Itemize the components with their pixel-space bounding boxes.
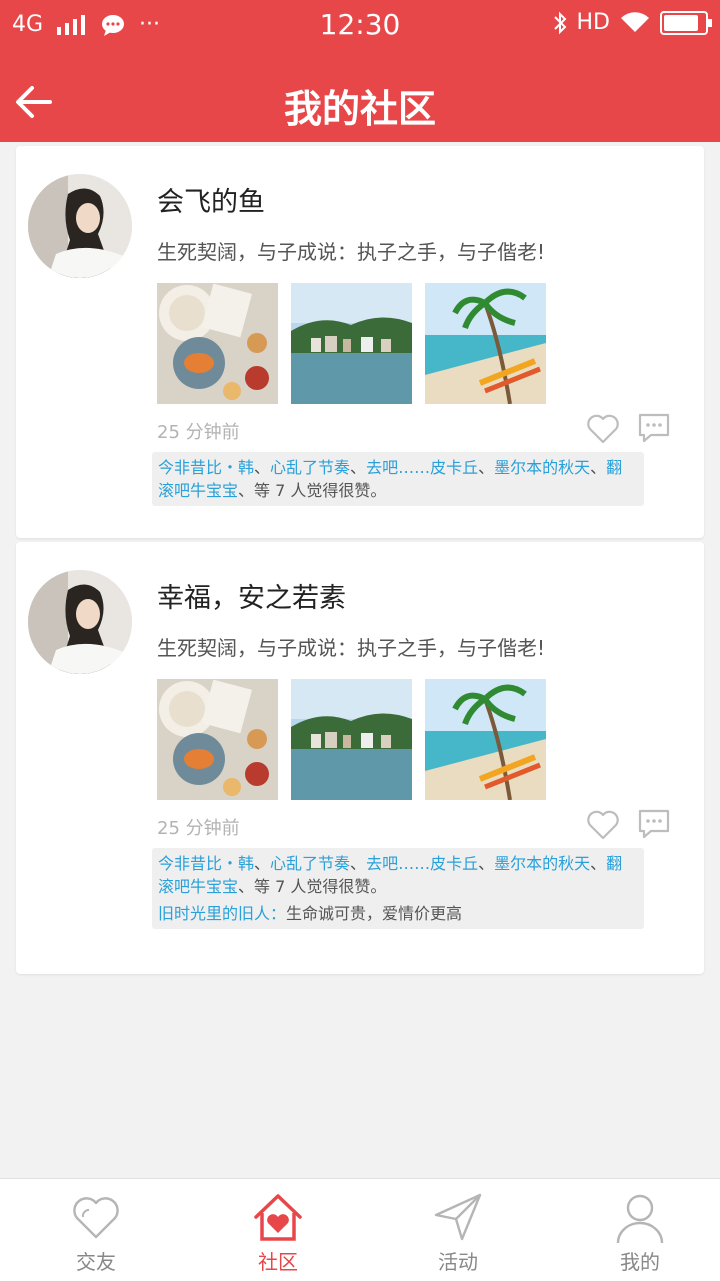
likes-suffix: 等 7 人觉得很赞。: [254, 481, 387, 500]
comment-text: 生命诚可贵，爱情价更高: [286, 904, 463, 923]
post-text: 生死契阔，与子成说：执子之手，与子偕老!: [157, 636, 546, 660]
photo-lake[interactable]: [291, 283, 412, 404]
heart-outline-icon: [73, 1197, 119, 1239]
liker-link[interactable]: 墨尔本的秋天: [494, 458, 590, 477]
liker-link[interactable]: 心乱了节奏: [270, 854, 350, 873]
photo-lake[interactable]: [291, 679, 412, 800]
tab-label: 活动: [438, 1250, 478, 1274]
comment-icon[interactable]: [637, 808, 671, 840]
title-bar: 我的社区: [0, 60, 720, 142]
comment-user-link[interactable]: 旧时光里的旧人：: [158, 904, 286, 923]
post-author[interactable]: 会飞的鱼: [157, 180, 265, 219]
likes-box: 今非昔比・韩、心乱了节奏、去吧……皮卡丘、墨尔本的秋天、翻滚吧牛宝宝、等 7 人…: [152, 848, 644, 929]
post-text: 生死契阔，与子成说：执子之手，与子偕老!: [157, 240, 546, 264]
liker-link[interactable]: 去吧……皮卡丘: [366, 854, 478, 873]
liker-link[interactable]: 今非昔比・韩: [158, 854, 254, 873]
bluetooth-icon: [553, 11, 566, 34]
comment-line: 旧时光里的旧人：生命诚可贵，爱情价更高: [158, 902, 638, 925]
bottom-tab-bar: 交友 社区 活动 我的: [0, 1178, 720, 1281]
photo-grid: [157, 283, 546, 404]
comment-icon[interactable]: [637, 412, 671, 444]
page-title: 我的社区: [283, 87, 436, 131]
wifi-icon: [621, 11, 649, 32]
photo-beach[interactable]: [425, 679, 546, 800]
send-icon: [434, 1193, 482, 1241]
post-card: 幸福，安之若素 生死契阔，与子成说：执子之手，与子偕老! 25 分钟前 今非昔比…: [16, 542, 704, 974]
home-heart-icon: [254, 1194, 302, 1241]
tab-activity[interactable]: 活动: [368, 1179, 548, 1281]
photo-food[interactable]: [157, 679, 278, 800]
likes-suffix: 等 7 人觉得很赞。: [254, 877, 387, 896]
tab-mine[interactable]: 我的: [550, 1179, 720, 1281]
hd-label: HD: [576, 10, 610, 35]
app-header: 4G ··· 12:30 HD 我的社区: [0, 0, 720, 142]
heart-icon[interactable]: [586, 810, 620, 840]
user-icon: [616, 1194, 664, 1243]
status-bar: 4G ··· 12:30 HD: [0, 0, 720, 50]
post-time: 25 分钟前: [157, 422, 240, 443]
liker-link[interactable]: 墨尔本的秋天: [494, 854, 590, 873]
liker-link[interactable]: 去吧……皮卡丘: [366, 458, 478, 477]
likes-box: 今非昔比・韩、心乱了节奏、去吧……皮卡丘、墨尔本的秋天、翻滚吧牛宝宝、等 7 人…: [152, 452, 644, 506]
tab-label: 交友: [76, 1250, 116, 1274]
post-time: 25 分钟前: [157, 818, 240, 839]
avatar[interactable]: [28, 570, 132, 674]
avatar[interactable]: [28, 174, 132, 278]
heart-icon[interactable]: [586, 414, 620, 444]
tab-friends[interactable]: 交友: [6, 1179, 186, 1281]
liker-link[interactable]: 今非昔比・韩: [158, 458, 254, 477]
post-card: 会飞的鱼 生死契阔，与子成说：执子之手，与子偕老! 25 分钟前 今非昔比・韩、…: [16, 146, 704, 538]
photo-grid: [157, 679, 546, 800]
tab-community[interactable]: 社区: [188, 1179, 368, 1281]
tab-label: 社区: [258, 1250, 298, 1274]
post-author[interactable]: 幸福，安之若素: [157, 576, 346, 615]
tab-label: 我的: [620, 1250, 660, 1274]
photo-food[interactable]: [157, 283, 278, 404]
liker-link[interactable]: 心乱了节奏: [270, 458, 350, 477]
battery-icon: [660, 10, 712, 35]
photo-beach[interactable]: [425, 283, 546, 404]
